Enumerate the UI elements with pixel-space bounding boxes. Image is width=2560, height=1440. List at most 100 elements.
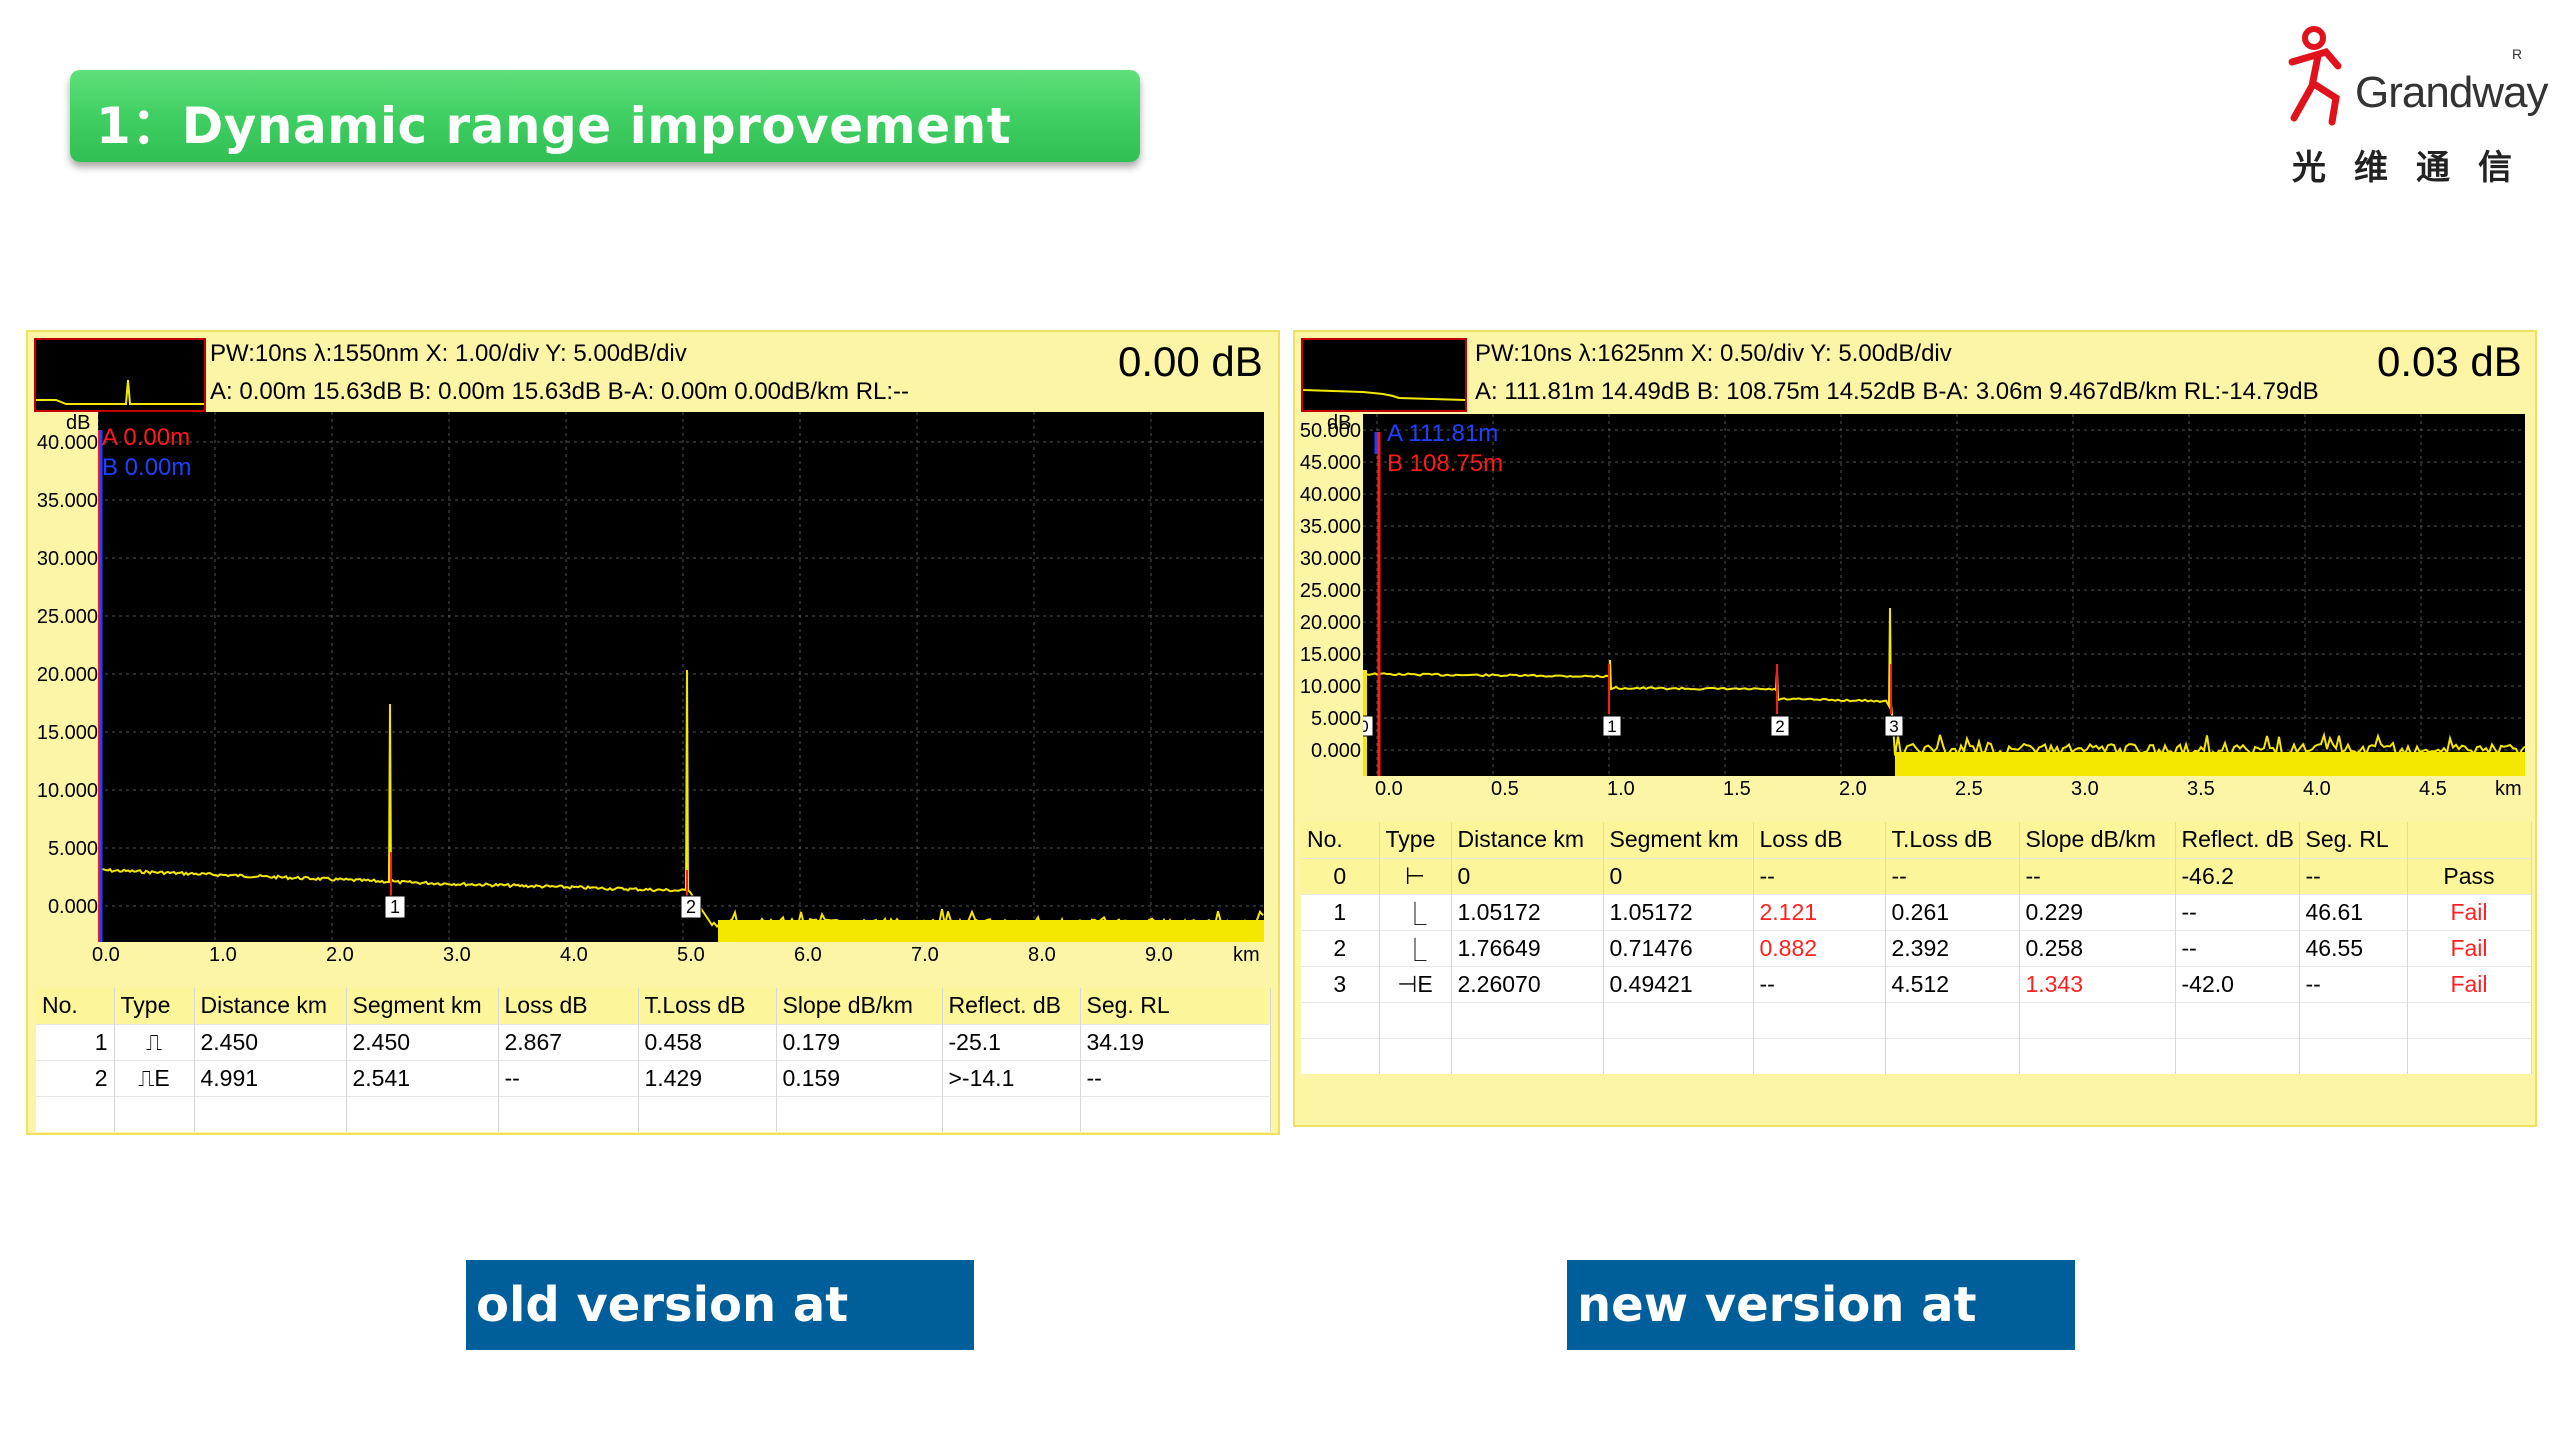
table-cell: ⊢ (1379, 857, 1452, 894)
table-cell: ⎿ (1379, 929, 1452, 966)
slide-title-bar: 1：Dynamic range improvement (70, 70, 1140, 162)
table-cell: -46.2 (2175, 857, 2300, 894)
table-cell: 0.458 (638, 1023, 777, 1060)
table-header-cell: T.Loss dB (1885, 822, 2020, 858)
table-cell: -- (2175, 929, 2300, 966)
x-tick-label: 2.0 (1839, 778, 1867, 800)
trace-line (1363, 607, 2525, 759)
table-header-cell: Segment km (346, 988, 499, 1024)
x-tick-label: 2.0 (326, 944, 354, 966)
overview-trace-icon (1302, 389, 1466, 401)
event-marker-1: 1 (384, 895, 406, 919)
svg-text:1: 1 (1607, 717, 1616, 736)
y-tick-label: 40.000 (36, 432, 98, 454)
event-marker-1: 1 (1602, 715, 1622, 737)
table-header-cell: Distance km (194, 988, 347, 1024)
trace-overview-thumbnail[interactable] (34, 338, 206, 412)
table-cell: -- (1753, 965, 1886, 1002)
x-tick-label: 1.0 (209, 944, 237, 966)
table-cell: -- (2019, 857, 2176, 894)
y-tick-label: 5.000 (1310, 708, 1361, 730)
caption-old-version: old version at 10ns (466, 1260, 974, 1423)
table-cell: 4.512 (1885, 965, 2020, 1002)
x-tick-label: 7.0 (911, 944, 939, 966)
x-tick-label: 0.5 (1491, 778, 1519, 800)
event-marker-2: 2 (1770, 715, 1790, 737)
table-cell: 1 (36, 1023, 115, 1060)
cursor-a-label: A 111.81m (1387, 420, 1499, 447)
y-tick-label: 0.000 (47, 896, 98, 918)
table-row[interactable]: 3 ⊣E 2.26070 0.49421 -- 4.512 1.343 -42.0 -- Fail (1301, 965, 2532, 1002)
table-cell: 1.05172 (1451, 893, 1604, 930)
x-tick-label: 4.0 (560, 944, 588, 966)
table-header-cell: Seg. RL (2299, 822, 2408, 858)
slide-title: 1：Dynamic range improvement (96, 97, 1012, 155)
event-table-header: No. Type Distance km Segment km Loss dB T.Los… (1301, 822, 2532, 858)
y-tick-label: 35.000 (1299, 516, 1361, 538)
table-cell: 0 (1603, 857, 1754, 894)
table-cell: >-14.1 (942, 1059, 1081, 1096)
event-marker-2: 2 (680, 895, 702, 919)
table-row[interactable]: 1 ⎍ 2.450 2.450 2.867 0.458 0.179 -25.1 34.19 (36, 1023, 1271, 1060)
table-row[interactable]: 2 ⎍E 4.991 2.541 -- 1.429 0.159 >-14.1 -- (36, 1059, 1271, 1096)
x-tick-label: 6.0 (794, 944, 822, 966)
table-cell: ⎍ (114, 1023, 195, 1060)
svg-text:3: 3 (1889, 717, 1898, 736)
otdr-trace-plot[interactable]: 0 1 2 3 A 111.81m B 108.75m (1363, 414, 2525, 776)
x-tick-label: 3.0 (2071, 778, 2099, 800)
event-marker-0: 0 (1363, 715, 1374, 737)
table-cell: 34.19 (1080, 1023, 1271, 1060)
otdr-trace-plot[interactable]: 1 2 A 0.00m B 0.00m (98, 412, 1264, 942)
y-tick-label: 50.000 (1299, 420, 1361, 442)
loss-readout: 0.03 dB (2377, 338, 2522, 385)
table-cell: -- (1753, 857, 1886, 894)
logo-chinese-name: 光维通信 (2292, 148, 2540, 188)
table-row-empty (1301, 1037, 2532, 1074)
table-header-cell: Seg. RL (1080, 988, 1271, 1024)
table-header-cell: Reflect. dB (2175, 822, 2300, 858)
table-cell: 1 (1301, 893, 1380, 930)
x-tick-label: 4.5 (2419, 778, 2447, 800)
table-cell: 2.541 (346, 1059, 499, 1096)
table-cell: Pass (2407, 857, 2532, 894)
table-header-cell: Slope dB/km (776, 988, 943, 1024)
table-cell: Fail (2407, 965, 2532, 1002)
table-cell: ⎿ (1379, 893, 1452, 930)
table-cell: 2.450 (346, 1023, 499, 1060)
svg-text:2: 2 (686, 897, 696, 917)
x-tick-label: 3.5 (2187, 778, 2215, 800)
table-cell: 2.121 (1753, 893, 1886, 930)
y-tick-label: 15.000 (36, 722, 98, 744)
table-cell: 2.450 (194, 1023, 347, 1060)
svg-text:2: 2 (1775, 717, 1784, 736)
table-cell: Fail (2407, 893, 2532, 930)
y-tick-label: 20.000 (36, 664, 98, 686)
logo-registered-mark: R (2512, 46, 2523, 62)
table-row[interactable]: 2 ⎿ 1.76649 0.71476 0.882 2.392 0.258 -- 46.55 Fa… (1301, 929, 2532, 966)
table-header-cell: T.Loss dB (638, 988, 777, 1024)
table-cell: -- (1080, 1059, 1271, 1096)
table-header-cell: Loss dB (498, 988, 639, 1024)
y-tick-label: 40.000 (1299, 484, 1361, 506)
y-tick-label: 30.000 (1299, 548, 1361, 570)
logo-wordmark: Grandway (2355, 68, 2549, 117)
y-tick-label: 5.000 (47, 838, 98, 860)
y-tick-label: 35.000 (36, 490, 98, 512)
table-row[interactable]: 0 ⊢ 0 0 -- -- -- -46.2 -- Pass (1301, 857, 2532, 894)
table-cell: -- (498, 1059, 639, 1096)
cursor-a-label: A 0.00m (102, 424, 191, 451)
table-cell: 0.179 (776, 1023, 943, 1060)
table-cell: -42.0 (2175, 965, 2300, 1002)
x-axis-unit: km (1233, 944, 1260, 966)
table-header-cell (2407, 822, 2532, 858)
table-header-cell: Type (114, 988, 195, 1024)
caption-new-version: new version at 10ns (1567, 1260, 2075, 1423)
cursor-b-label: B 0.00m (102, 454, 192, 481)
table-row[interactable]: 1 ⎿ 1.05172 1.05172 2.121 0.261 0.229 -- 46.61 Fa… (1301, 893, 2532, 930)
table-cell: 2 (1301, 929, 1380, 966)
trace-overview-thumbnail[interactable] (1301, 338, 1467, 412)
table-header-cell: Type (1379, 822, 1452, 858)
grandway-logo: Grandway R 光维通信 (2280, 22, 2549, 188)
noise-floor (718, 920, 1264, 942)
table-cell: 46.61 (2299, 893, 2408, 930)
